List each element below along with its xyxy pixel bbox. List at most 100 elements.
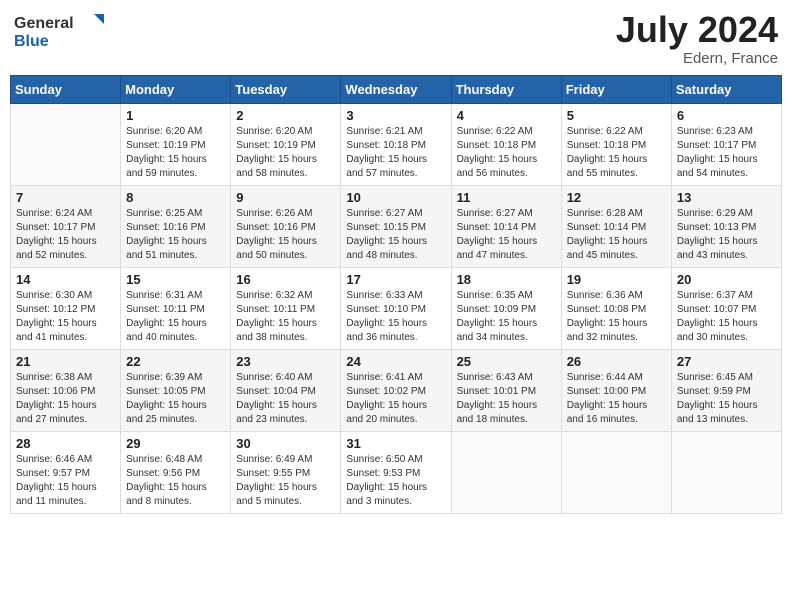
day-header-thursday: Thursday bbox=[451, 75, 561, 103]
calendar-cell: 20Sunrise: 6:37 AM Sunset: 10:07 PM Dayl… bbox=[671, 267, 781, 349]
calendar-cell: 19Sunrise: 6:36 AM Sunset: 10:08 PM Dayl… bbox=[561, 267, 671, 349]
calendar-cell: 7 Sunrise: 6:24 AM Sunset: 10:17 PM Dayli… bbox=[11, 185, 121, 267]
day-number: 26 bbox=[567, 354, 666, 369]
week-row-3: 14 Sunrise: 6:30 AM Sunset: 10:12 PM Dayl… bbox=[11, 267, 782, 349]
calendar-cell: 30 Sunrise: 6:49 AM Sunset: 9:55 PM Dayli… bbox=[231, 431, 341, 513]
day-info: Sunrise: 6:27 AM Sunset: 10:14 PM Daylig… bbox=[457, 207, 556, 263]
day-number: 15 bbox=[126, 272, 225, 287]
day-info: Sunrise: 6:41 AM Sunset: 10:02 PM Daylig… bbox=[346, 371, 445, 427]
header-row: SundayMondayTuesdayWednesdayThursdayFrid… bbox=[11, 75, 782, 103]
week-row-4: 21 Sunrise: 6:38 AM Sunset: 10:06 PM Dayl… bbox=[11, 349, 782, 431]
calendar-cell: 11 Sunrise: 6:27 AM Sunset: 10:14 PM Dayl… bbox=[451, 185, 561, 267]
day-number: 28 bbox=[16, 436, 115, 451]
calendar-cell: 17 Sunrise: 6:33 AM Sunset: 10:10 PM Dayl… bbox=[341, 267, 451, 349]
day-info: Sunrise: 6:20 AM Sunset: 10:19 PM Daylig… bbox=[126, 125, 225, 181]
calendar-cell: 14 Sunrise: 6:30 AM Sunset: 10:12 PM Dayl… bbox=[11, 267, 121, 349]
week-row-2: 7 Sunrise: 6:24 AM Sunset: 10:17 PM Dayli… bbox=[11, 185, 782, 267]
day-header-saturday: Saturday bbox=[671, 75, 781, 103]
day-info: Sunrise: 6:26 AM Sunset: 10:16 PM Daylig… bbox=[236, 207, 335, 263]
day-info: Sunrise: 6:25 AM Sunset: 10:16 PM Daylig… bbox=[126, 207, 225, 263]
day-number: 18 bbox=[457, 272, 556, 287]
calendar-cell: 21 Sunrise: 6:38 AM Sunset: 10:06 PM Dayl… bbox=[11, 349, 121, 431]
calendar-cell: 3 Sunrise: 6:21 AM Sunset: 10:18 PM Dayli… bbox=[341, 103, 451, 185]
day-number: 20 bbox=[677, 272, 776, 287]
day-header-wednesday: Wednesday bbox=[341, 75, 451, 103]
calendar-cell bbox=[11, 103, 121, 185]
day-info: Sunrise: 6:44 AM Sunset: 10:00 PM Daylig… bbox=[567, 371, 666, 427]
day-info: Sunrise: 6:39 AM Sunset: 10:05 PM Daylig… bbox=[126, 371, 225, 427]
day-number: 30 bbox=[236, 436, 335, 451]
day-number: 27 bbox=[677, 354, 776, 369]
svg-text:General: General bbox=[14, 15, 74, 32]
day-number: 17 bbox=[346, 272, 445, 287]
day-info: Sunrise: 6:30 AM Sunset: 10:12 PM Daylig… bbox=[16, 289, 115, 345]
location: Edern, France bbox=[616, 50, 778, 67]
day-info: Sunrise: 6:33 AM Sunset: 10:10 PM Daylig… bbox=[346, 289, 445, 345]
day-info: Sunrise: 6:21 AM Sunset: 10:18 PM Daylig… bbox=[346, 125, 445, 181]
day-info: Sunrise: 6:38 AM Sunset: 10:06 PM Daylig… bbox=[16, 371, 115, 427]
day-info: Sunrise: 6:32 AM Sunset: 10:11 PM Daylig… bbox=[236, 289, 335, 345]
day-info: Sunrise: 6:40 AM Sunset: 10:04 PM Daylig… bbox=[236, 371, 335, 427]
day-info: Sunrise: 6:50 AM Sunset: 9:53 PM Dayligh… bbox=[346, 453, 445, 509]
day-info: Sunrise: 6:45 AM Sunset: 9:59 PM Dayligh… bbox=[677, 371, 776, 427]
week-row-1: 1 Sunrise: 6:20 AM Sunset: 10:19 PM Dayli… bbox=[11, 103, 782, 185]
calendar-cell: 15 Sunrise: 6:31 AM Sunset: 10:11 PM Dayl… bbox=[121, 267, 231, 349]
calendar-cell: 27 Sunrise: 6:45 AM Sunset: 9:59 PM Dayli… bbox=[671, 349, 781, 431]
day-number: 13 bbox=[677, 190, 776, 205]
day-header-monday: Monday bbox=[121, 75, 231, 103]
day-number: 10 bbox=[346, 190, 445, 205]
day-info: Sunrise: 6:43 AM Sunset: 10:01 PM Daylig… bbox=[457, 371, 556, 427]
page-header: General Blue July 2024 Edern, France bbox=[10, 10, 782, 67]
title-area: July 2024 Edern, France bbox=[616, 10, 778, 67]
day-number: 5 bbox=[567, 108, 666, 123]
calendar-table: SundayMondayTuesdayWednesdayThursdayFrid… bbox=[10, 75, 782, 514]
calendar-cell: 29 Sunrise: 6:48 AM Sunset: 9:56 PM Dayli… bbox=[121, 431, 231, 513]
day-number: 4 bbox=[457, 108, 556, 123]
day-info: Sunrise: 6:24 AM Sunset: 10:17 PM Daylig… bbox=[16, 207, 115, 263]
day-info: Sunrise: 6:23 AM Sunset: 10:17 PM Daylig… bbox=[677, 125, 776, 181]
day-number: 12 bbox=[567, 190, 666, 205]
calendar-cell: 1 Sunrise: 6:20 AM Sunset: 10:19 PM Dayli… bbox=[121, 103, 231, 185]
calendar-cell: 23 Sunrise: 6:40 AM Sunset: 10:04 PM Dayl… bbox=[231, 349, 341, 431]
calendar-cell: 5 Sunrise: 6:22 AM Sunset: 10:18 PM Dayli… bbox=[561, 103, 671, 185]
day-header-tuesday: Tuesday bbox=[231, 75, 341, 103]
calendar-cell bbox=[671, 431, 781, 513]
svg-text:Blue: Blue bbox=[14, 33, 49, 50]
calendar-cell: 31Sunrise: 6:50 AM Sunset: 9:53 PM Dayli… bbox=[341, 431, 451, 513]
day-number: 9 bbox=[236, 190, 335, 205]
calendar-cell: 9 Sunrise: 6:26 AM Sunset: 10:16 PM Dayli… bbox=[231, 185, 341, 267]
day-info: Sunrise: 6:48 AM Sunset: 9:56 PM Dayligh… bbox=[126, 453, 225, 509]
logo: General Blue bbox=[14, 10, 104, 50]
day-number: 23 bbox=[236, 354, 335, 369]
calendar-cell: 13Sunrise: 6:29 AM Sunset: 10:13 PM Dayl… bbox=[671, 185, 781, 267]
day-info: Sunrise: 6:27 AM Sunset: 10:15 PM Daylig… bbox=[346, 207, 445, 263]
calendar-cell: 25 Sunrise: 6:43 AM Sunset: 10:01 PM Dayl… bbox=[451, 349, 561, 431]
day-info: Sunrise: 6:31 AM Sunset: 10:11 PM Daylig… bbox=[126, 289, 225, 345]
day-info: Sunrise: 6:49 AM Sunset: 9:55 PM Dayligh… bbox=[236, 453, 335, 509]
calendar-cell: 6 Sunrise: 6:23 AM Sunset: 10:17 PM Dayli… bbox=[671, 103, 781, 185]
day-info: Sunrise: 6:20 AM Sunset: 10:19 PM Daylig… bbox=[236, 125, 335, 181]
day-number: 25 bbox=[457, 354, 556, 369]
calendar-cell: 8 Sunrise: 6:25 AM Sunset: 10:16 PM Dayli… bbox=[121, 185, 231, 267]
calendar-cell: 16Sunrise: 6:32 AM Sunset: 10:11 PM Dayl… bbox=[231, 267, 341, 349]
day-number: 21 bbox=[16, 354, 115, 369]
month-title: July 2024 bbox=[616, 10, 778, 50]
calendar-cell: 24Sunrise: 6:41 AM Sunset: 10:02 PM Dayl… bbox=[341, 349, 451, 431]
day-number: 6 bbox=[677, 108, 776, 123]
calendar-cell bbox=[451, 431, 561, 513]
calendar-cell: 10 Sunrise: 6:27 AM Sunset: 10:15 PM Dayl… bbox=[341, 185, 451, 267]
day-info: Sunrise: 6:36 AM Sunset: 10:08 PM Daylig… bbox=[567, 289, 666, 345]
day-number: 22 bbox=[126, 354, 225, 369]
day-info: Sunrise: 6:22 AM Sunset: 10:18 PM Daylig… bbox=[567, 125, 666, 181]
calendar-cell: 2Sunrise: 6:20 AM Sunset: 10:19 PM Dayli… bbox=[231, 103, 341, 185]
day-number: 11 bbox=[457, 190, 556, 205]
day-number: 29 bbox=[126, 436, 225, 451]
calendar-cell: 28Sunrise: 6:46 AM Sunset: 9:57 PM Dayli… bbox=[11, 431, 121, 513]
day-number: 1 bbox=[126, 108, 225, 123]
day-number: 7 bbox=[16, 190, 115, 205]
day-number: 14 bbox=[16, 272, 115, 287]
calendar-cell bbox=[561, 431, 671, 513]
day-number: 8 bbox=[126, 190, 225, 205]
day-header-sunday: Sunday bbox=[11, 75, 121, 103]
day-number: 3 bbox=[346, 108, 445, 123]
